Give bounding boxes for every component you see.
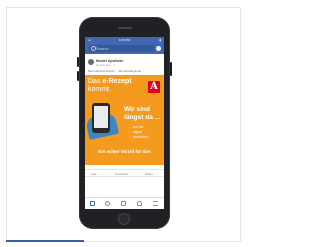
ad-title-prefix: Das (88, 78, 103, 85)
power-button (170, 62, 172, 76)
status-bar: ••• 9:23 PM ▮ (85, 37, 164, 43)
search-placeholder: Search (96, 46, 109, 51)
apotheke-logo-icon: A (148, 81, 160, 93)
share-button[interactable]: Share (145, 170, 153, 178)
notifications-icon[interactable] (137, 201, 142, 206)
phone-illustration (92, 103, 110, 133)
messenger-icon[interactable] (156, 46, 161, 51)
status-time: 9:23 PM (118, 38, 131, 42)
ad-image[interactable]: Das e-Rezept kommt. A Wir sind längst da… (85, 75, 164, 165)
ad-sub-line: ... persönlich. (129, 135, 150, 139)
accent-bar (6, 240, 84, 242)
search-input[interactable]: Search (89, 45, 154, 52)
marketplace-icon[interactable] (121, 201, 126, 206)
post-meta: Gesponsert · ⚬ (96, 63, 116, 67)
home-button[interactable] (118, 213, 130, 225)
volume-down-button (77, 71, 79, 81)
speaker-grille (118, 27, 132, 29)
phone-illustration-screen (94, 106, 108, 128)
ad-sub-line: ... digital. (129, 130, 143, 134)
comment-button[interactable]: Comment (115, 170, 128, 178)
battery-icon: ▮ (159, 38, 161, 42)
post-text: Das e-Rezept kommt … Wir sind längst da … (88, 69, 145, 73)
ad-headline: Wir sind (124, 106, 150, 113)
apotheke-logo-letter: A (150, 81, 158, 92)
volume-up-button (77, 57, 79, 67)
post-actions: Like Comment Share (85, 169, 164, 177)
like-button[interactable]: Like (91, 170, 97, 178)
tab-bar (85, 197, 164, 209)
phone-screen: ••• 9:23 PM ▮ Search Muster Apotheke Ges… (85, 37, 164, 209)
ad-title-line2: kommt. (88, 86, 111, 93)
menu-icon[interactable] (153, 201, 158, 206)
ad-footer: Ein echter Vorteil für Sie! (98, 149, 151, 154)
ad-title-bold: e-Rezept (102, 78, 132, 85)
ad-headline-2: längst da ... (124, 114, 161, 121)
news-feed-icon[interactable] (90, 201, 95, 206)
groups-icon[interactable] (105, 201, 110, 206)
ad-sub-line: ... vor Ort. (129, 125, 145, 129)
app-header: ••• 9:23 PM ▮ Search (85, 37, 164, 54)
avatar[interactable] (88, 59, 94, 65)
ad-title: Das e-Rezept (88, 78, 132, 85)
smartphone-mockup: ••• 9:23 PM ▮ Search Muster Apotheke Ges… (77, 17, 172, 229)
